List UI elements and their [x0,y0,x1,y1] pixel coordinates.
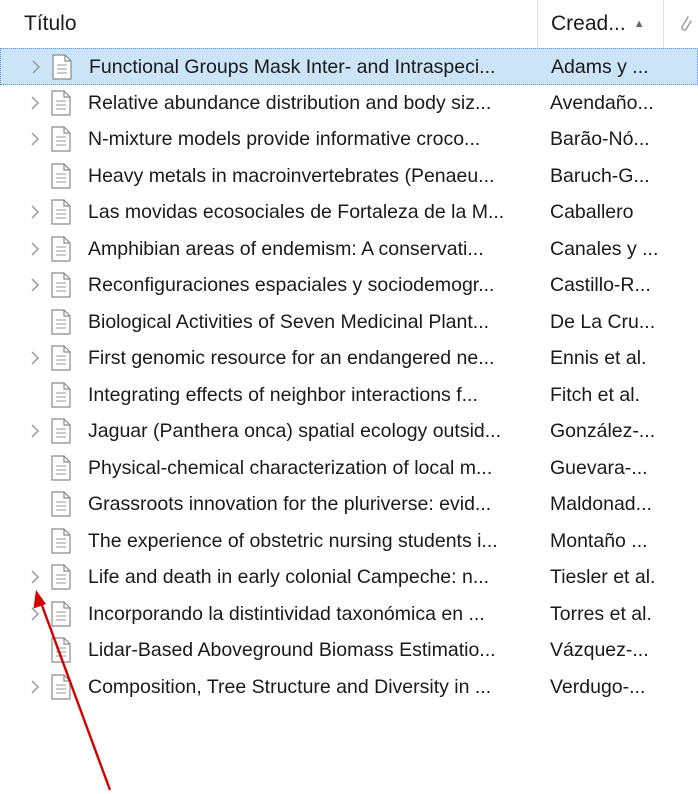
document-icon [50,235,72,262]
row-title: Las movidas ecosociales de Fortaleza de … [88,201,505,223]
table-row[interactable]: Heavy metals in macroinvertebrates (Pena… [0,158,698,195]
row-title: Incorporando la distintividad taxonómica… [88,602,485,625]
table-row[interactable]: Amphibian areas of endemism: A conservat… [0,231,698,268]
document-icon [50,89,72,116]
row-title: Biological Activities of Seven Medicinal… [88,310,490,333]
document-icon [50,162,72,189]
row-creator: Torres et al. [550,602,652,625]
row-title: Heavy metals in macroinvertebrates (Pena… [88,164,495,187]
table-row[interactable]: Las movidas ecosociales de Fortaleza de … [0,194,698,231]
table-row[interactable]: N-mixture models provide informative cro… [0,121,698,158]
chevron-right-icon[interactable] [28,349,42,367]
document-icon [50,381,72,408]
row-title: Physical-chemical characterization of lo… [88,456,493,479]
sort-ascending-icon: ▲ [633,18,645,31]
row-title: Relative abundance distribution and body… [88,91,492,114]
row-title: Lidar-Based Aboveground Biomass Estimati… [88,639,496,661]
row-title: Functional Groups Mask Inter- and Intras… [89,56,496,78]
table-row[interactable]: Physical-chemical characterization of lo… [0,450,698,487]
row-creator: Maldonad... [550,493,652,515]
row-title: Integrating effects of neighbor interact… [88,383,478,406]
row-title: Composition, Tree Structure and Diversit… [88,675,492,698]
column-header-title[interactable]: Título [24,0,534,48]
table-row[interactable]: Grassroots innovation for the pluriverse… [0,486,698,523]
document-icon [50,673,72,700]
chevron-right-icon[interactable] [28,568,42,586]
document-icon [50,345,72,371]
row-creator: Vázquez-... [550,639,649,661]
table-row[interactable]: The experience of obstetric nursing stud… [0,523,698,560]
row-title: First genomic resource for an endangered… [88,347,495,369]
row-creator: Caballero [550,201,634,223]
chevron-right-icon[interactable] [28,276,42,294]
table-row[interactable]: Jaguar (Panthera onca) spatial ecology o… [0,413,698,450]
row-creator: González-... [550,420,656,442]
chevron-right-icon[interactable] [28,130,42,148]
table-row[interactable]: Life and death in early colonial Campech… [0,559,698,596]
item-list: Functional Groups Mask Inter- and Intras… [0,48,698,705]
row-creator: De La Cru... [550,310,656,333]
document-icon [50,454,72,481]
row-creator: Adams y ... [551,56,649,78]
column-header-attachments[interactable] [670,0,698,48]
document-icon [50,126,72,152]
row-title: Amphibian areas of endemism: A conservat… [88,237,484,260]
row-creator: Montaño ... [550,529,648,552]
row-creator: Baruch-G... [550,164,650,187]
table-row[interactable]: Lidar-Based Aboveground Biomass Estimati… [0,632,698,669]
row-creator: Avendaño... [550,91,654,114]
row-title: The experience of obstetric nursing stud… [88,529,498,552]
table-row[interactable]: Biological Activities of Seven Medicinal… [0,304,698,341]
table-row[interactable]: Integrating effects of neighbor interact… [0,377,698,414]
table-row[interactable]: Functional Groups Mask Inter- and Intras… [0,48,698,85]
document-icon [50,527,72,554]
table-row[interactable]: Composition, Tree Structure and Diversit… [0,669,698,706]
row-creator: Castillo-R... [550,274,651,296]
row-title: Jaguar (Panthera onca) spatial ecology o… [88,420,501,442]
table-row[interactable]: First genomic resource for an endangered… [0,340,698,377]
document-icon [50,418,72,444]
document-icon [50,272,72,298]
row-title: Reconfiguraciones espaciales y sociodemo… [88,274,495,296]
row-title: Life and death in early colonial Campech… [88,566,490,588]
document-icon [50,491,72,517]
row-creator: Barão-Nó... [550,128,650,150]
row-creator: Fitch et al. [550,383,640,406]
document-icon [50,564,72,590]
table-row[interactable]: Incorporando la distintividad taxonómica… [0,596,698,633]
chevron-right-icon[interactable] [28,94,42,112]
document-icon [50,308,72,335]
column-header-creator[interactable]: Cread... ▲ [537,0,664,48]
row-title: N-mixture models provide informative cro… [88,128,481,150]
document-icon [50,637,72,663]
column-header-creator-label: Cread... [551,12,626,35]
document-icon [51,54,73,80]
row-creator: Canales y ... [550,237,659,260]
column-header-row: Título Cread... ▲ [0,0,698,49]
document-icon [50,199,72,225]
table-row[interactable]: Reconfiguraciones espaciales y sociodemo… [0,267,698,304]
table-row[interactable]: Relative abundance distribution and body… [0,85,698,122]
column-header-title-label: Título [24,12,77,35]
chevron-right-icon[interactable] [28,203,42,221]
document-icon [50,600,72,627]
row-creator: Guevara-... [550,456,648,479]
item-list-pane: Título Cread... ▲ Functional Groups Mask … [0,0,698,794]
chevron-right-icon[interactable] [28,240,42,258]
row-creator: Tiesler et al. [550,566,656,588]
row-title: Grassroots innovation for the pluriverse… [88,493,492,515]
chevron-right-icon[interactable] [29,58,43,76]
chevron-right-icon[interactable] [28,678,42,696]
paperclip-icon [681,16,692,31]
row-creator: Verdugo-... [550,675,646,698]
chevron-right-icon[interactable] [28,605,42,623]
chevron-right-icon[interactable] [28,422,42,440]
row-creator: Ennis et al. [550,347,647,369]
